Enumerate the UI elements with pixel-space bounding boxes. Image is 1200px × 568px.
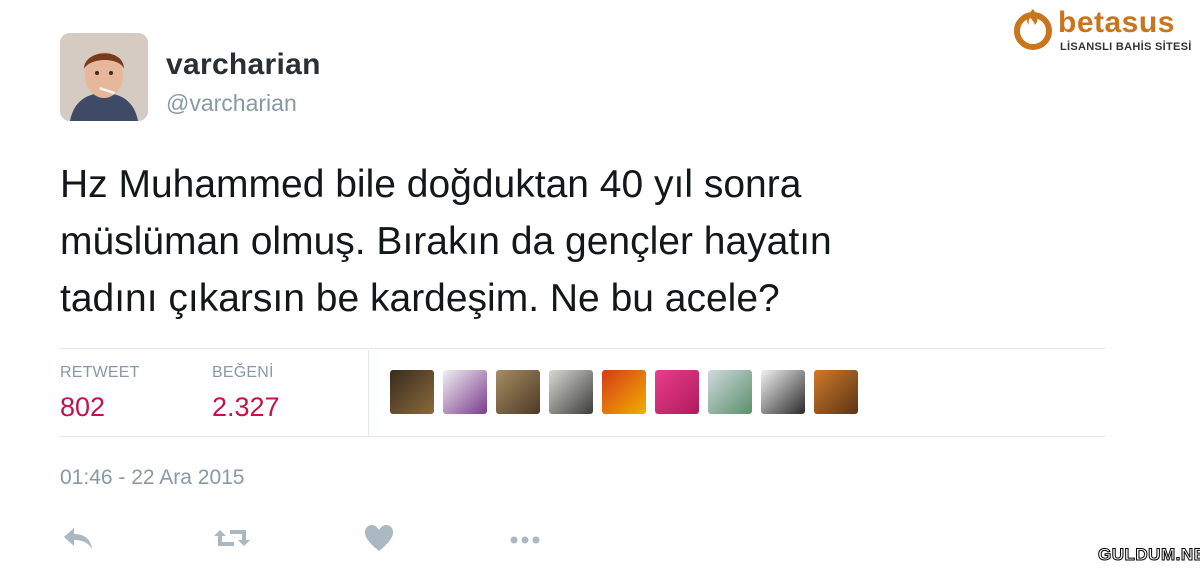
more-icon: [510, 536, 540, 544]
brand-tagline: LİSANSLI BAHİS SİTESİ: [1060, 41, 1192, 53]
retweet-icon: [214, 530, 250, 546]
liker-avatar-8[interactable]: [761, 370, 805, 414]
tweet-line: Hz Muhammed bile doğduktan 40 yıl sonra: [60, 163, 802, 206]
retweet-label: RETWEET: [60, 364, 140, 381]
divider: [60, 436, 1105, 437]
like-count[interactable]: 2.327: [212, 392, 280, 423]
site-watermark: GULDUM.NET: [1097, 545, 1200, 565]
stats-separator: [368, 350, 369, 436]
tweet-line: tadını çıkarsın be kardeşim. Ne bu acele…: [60, 277, 780, 320]
liker-avatar-1[interactable]: [390, 370, 434, 414]
reply-button[interactable]: [60, 522, 100, 558]
like-label: BEĞENİ: [212, 364, 274, 381]
divider: [60, 348, 1105, 349]
more-button[interactable]: [508, 522, 548, 558]
retweet-count[interactable]: 802: [60, 392, 105, 423]
tweet-text: Hz Muhammed bile doğduktan 40 yıl sonra …: [60, 156, 1060, 327]
profile-photo: [60, 33, 148, 121]
display-name[interactable]: varcharian: [166, 48, 321, 82]
liker-avatar-5[interactable]: [602, 370, 646, 414]
liker-avatar-6[interactable]: [655, 370, 699, 414]
liker-avatars: [390, 370, 858, 414]
like-button[interactable]: [362, 522, 402, 558]
brand-logo: betasus LİSANSLI BAHİS SİTESİ: [1012, 4, 1192, 60]
flame-ring-icon: [1014, 9, 1052, 50]
brand-name: betasus: [1058, 6, 1175, 39]
liker-avatar-9[interactable]: [814, 370, 858, 414]
like-icon: [365, 525, 393, 551]
liker-avatar-2[interactable]: [443, 370, 487, 414]
avatar[interactable]: [60, 33, 148, 121]
liker-avatar-3[interactable]: [496, 370, 540, 414]
user-handle[interactable]: @varcharian: [166, 90, 297, 117]
liker-avatar-7[interactable]: [708, 370, 752, 414]
timestamp[interactable]: 01:46 - 22 Ara 2015: [60, 466, 244, 490]
reply-icon: [64, 528, 92, 549]
retweet-button[interactable]: [212, 522, 252, 558]
tweet-line: müslüman olmuş. Bırakın da gençler hayat…: [60, 220, 832, 263]
liker-avatar-4[interactable]: [549, 370, 593, 414]
